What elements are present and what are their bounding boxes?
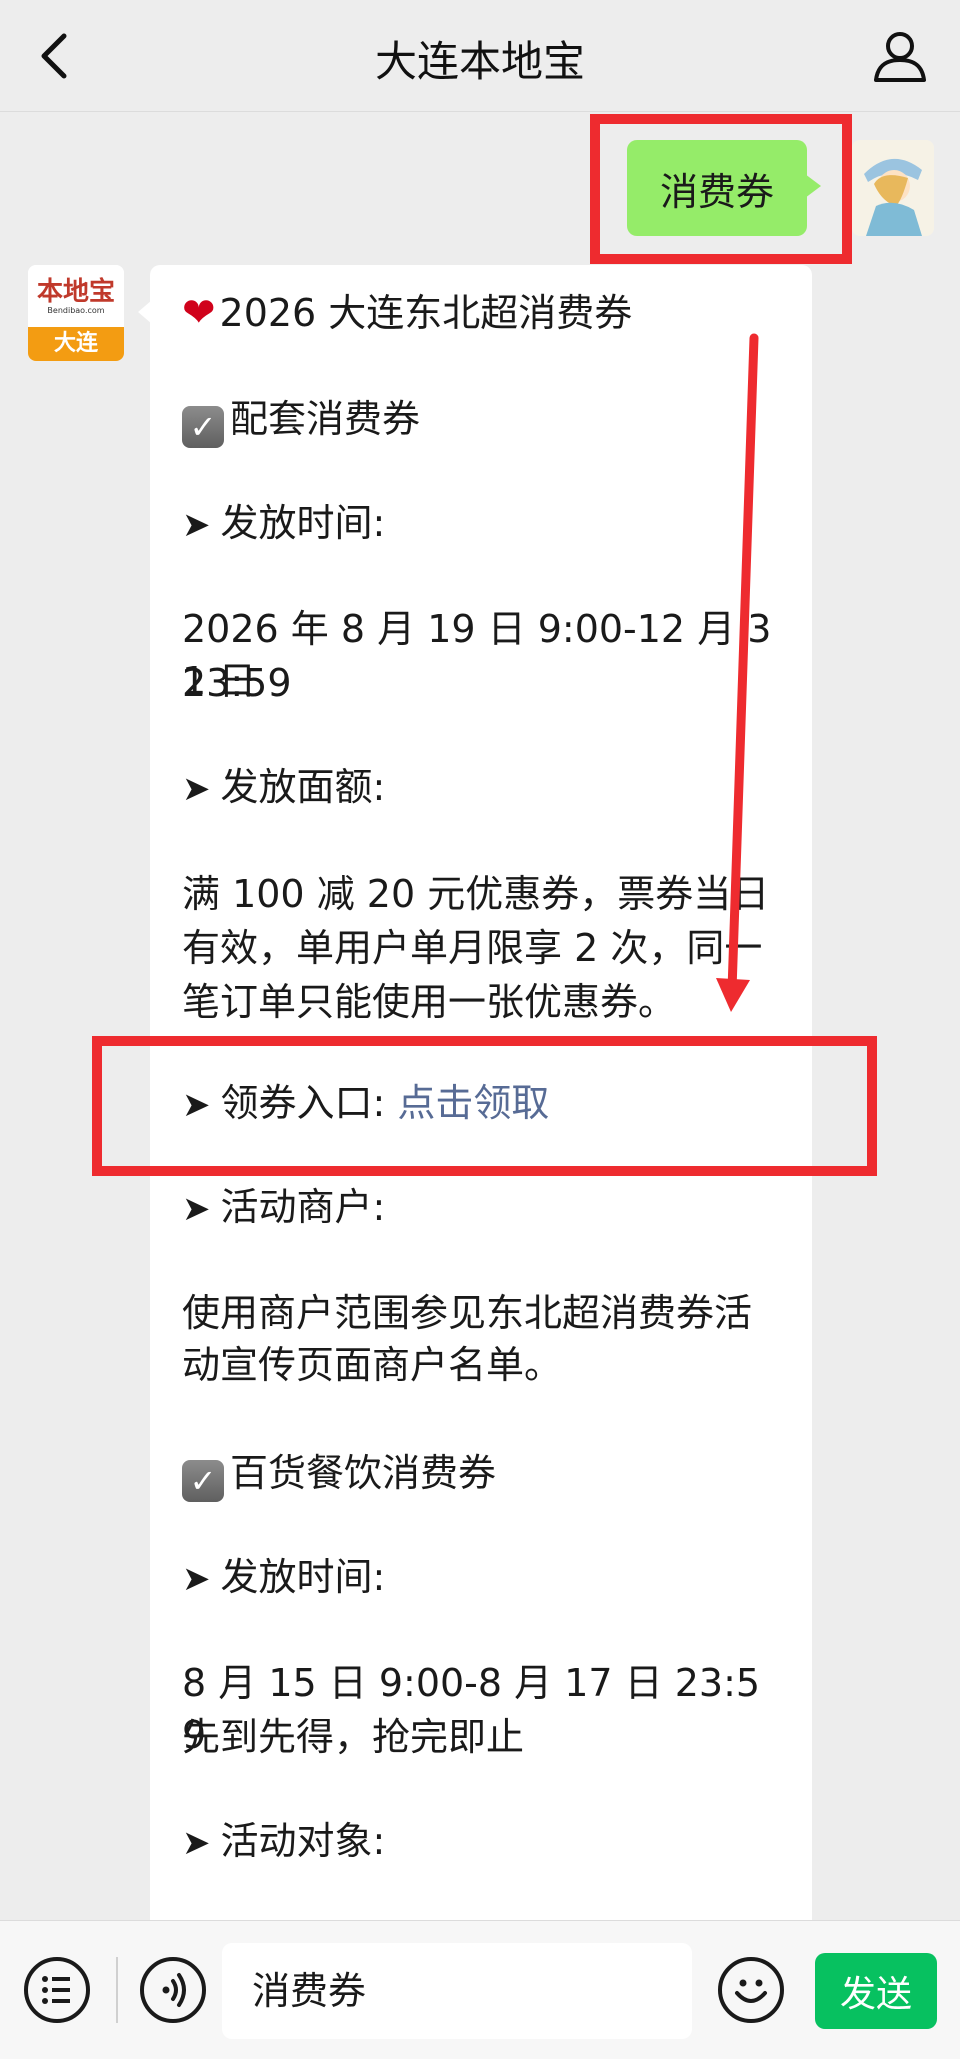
red-annotation-arrow <box>716 333 759 1012</box>
voice-button[interactable] <box>140 1957 206 2023</box>
menu-list-button[interactable] <box>24 1957 90 2023</box>
message-input[interactable] <box>222 1943 692 2039</box>
emoji-button[interactable] <box>718 1957 784 2023</box>
voice-icon <box>162 1973 186 2007</box>
send-button[interactable]: 发送 <box>815 1953 937 2029</box>
smile-icon <box>735 1979 767 2003</box>
menu-list-icon <box>42 1976 70 2004</box>
send-label: 发送 <box>839 1974 912 2015</box>
input-bar: 发送 <box>0 1920 960 2059</box>
divider <box>116 1957 118 2023</box>
